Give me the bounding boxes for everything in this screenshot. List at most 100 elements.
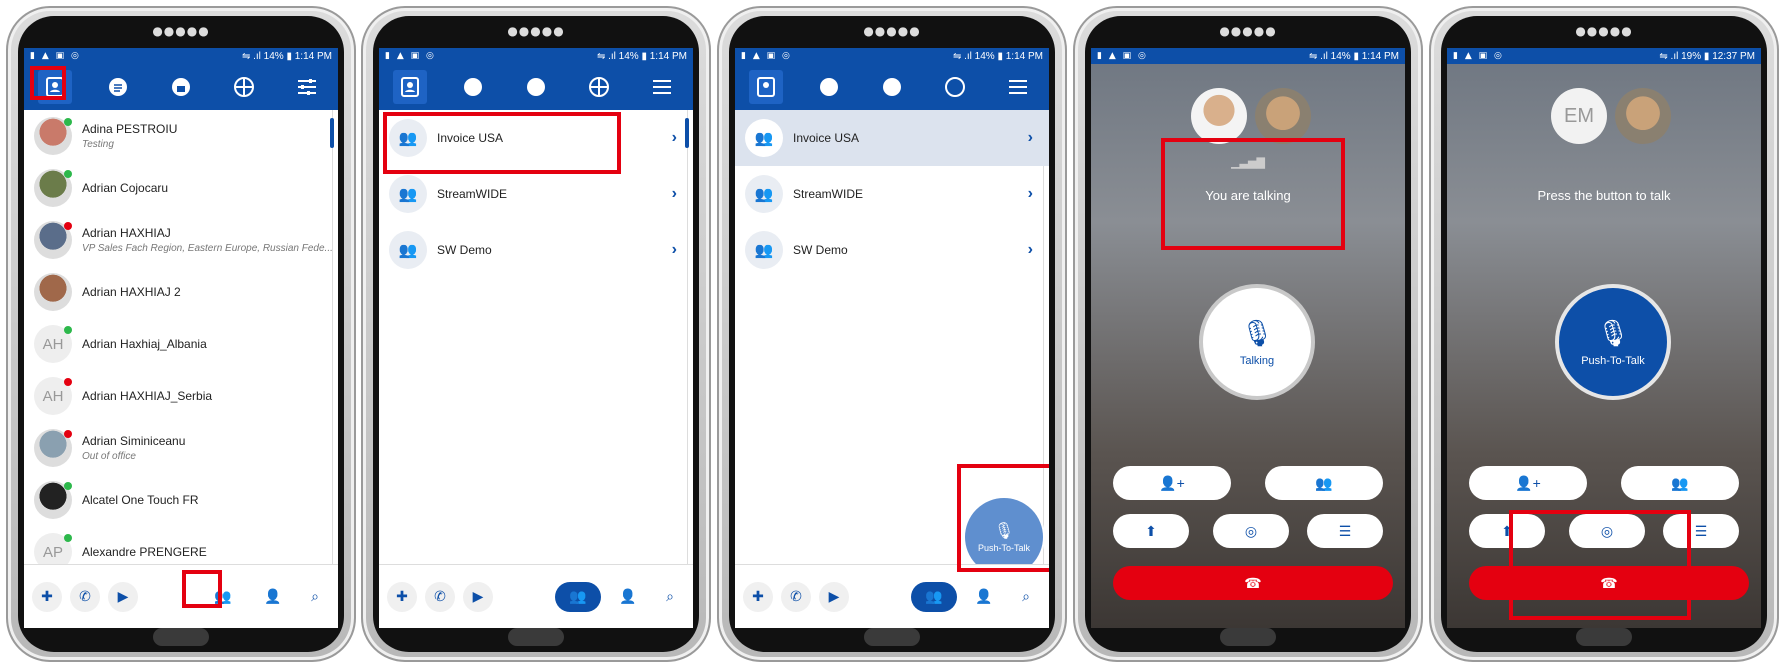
status-bar: ▮ ▲ ▣ ◎ ⇋ .ıl 14% ▮ 1:14 PM [379, 48, 693, 64]
location-button[interactable]: ◎ [1213, 514, 1289, 548]
presence-dot [64, 118, 72, 126]
list-item[interactable]: 👥 SW Demo › [379, 222, 693, 278]
call-screen: ▮ ▲ ▣ ◎ ⇋ .ıl 14% ▮ 1:14 PM ▁▃▅▇ You are … [1091, 48, 1405, 628]
tab-broadcast[interactable] [875, 70, 909, 104]
presence-dot [64, 482, 72, 490]
push-to-talk-button[interactable]: 🎙 Push-To-Talk [1555, 284, 1671, 400]
status-bar: ▮ ▲ ▣ ◎ ⇋ .ıl 14% ▮ 1:14 PM [24, 48, 338, 64]
call-button[interactable]: ✆ [781, 581, 811, 612]
tab-contacts[interactable] [393, 70, 428, 104]
contact-row[interactable]: AH Adrian Haxhiaj_Albania [24, 318, 338, 370]
home-button[interactable] [1576, 628, 1632, 646]
hang-up-button[interactable]: ☎ [1113, 566, 1393, 600]
tab-broadcast[interactable] [164, 70, 198, 104]
highlight-box [1161, 138, 1345, 250]
video-button[interactable]: ▶ [108, 581, 138, 612]
floor-request-button[interactable]: ⬆ [1113, 514, 1189, 548]
add-participant-button[interactable]: 👤+ [1113, 466, 1231, 500]
tab-broadcast[interactable] [519, 70, 553, 104]
contact-row[interactable]: Adina PESTROIU Testing [24, 110, 338, 162]
phone-5-push-to-talk: ●●●●● ▮ ▲ ▣ ◎ ⇋ .ıl 19% ▮ 12:37 PM EM Pre… [1429, 6, 1779, 662]
tab-settings[interactable] [645, 70, 679, 104]
search-icon[interactable]: ⌕ [655, 581, 685, 612]
presence-dot [64, 378, 72, 386]
contact-row[interactable]: AH Adrian HAXHIAJ_Serbia [24, 370, 338, 422]
search-icon[interactable]: ⌕ [300, 581, 330, 612]
contact-row[interactable]: Adrian Cojocaru [24, 162, 338, 214]
contact-name: Adrian Cojocaru [82, 181, 169, 195]
contact-row[interactable]: Alcatel One Touch FR [24, 474, 338, 526]
sliders-icon [652, 80, 671, 94]
phone-1-contacts: ●●●●● ▮ ▲ ▣ ◎ ⇋ .ıl 14% ▮ 1:14 PM Adina P… [6, 6, 356, 662]
contacts-icon [401, 77, 420, 97]
list-item-selected[interactable]: 👥 Invoice USA › [735, 110, 1049, 166]
screen: ▮ ▲ ▣ ◎ ⇋ .ıl 14% ▮ 1:14 PM 👥 Invoice USA ›… [379, 48, 693, 628]
tab-messages[interactable] [812, 70, 846, 104]
contact-name: Adrian HAXHIAJ_Serbia [82, 389, 213, 403]
microphone-icon: 🎙 [1596, 317, 1630, 348]
list-item[interactable]: 👥 SW Demo › [735, 222, 1049, 278]
contact-row[interactable]: Adrian Siminiceanu Out of office [24, 422, 338, 474]
contact-list: Adina PESTROIU Testing Adrian Cojocaru Adri… [24, 110, 338, 580]
tab-channels[interactable] [938, 70, 972, 104]
video-button[interactable]: ▶ [819, 581, 849, 612]
contact-row[interactable]: Adrian HAXHIAJ VP Sales Fach Region, East… [24, 214, 338, 266]
chevron-right-icon: › [1027, 129, 1033, 146]
top-tab-bar [735, 64, 1049, 110]
list-item[interactable]: 👥 StreamWIDE › [735, 166, 1049, 222]
add-participant-button[interactable]: 👤+ [1469, 466, 1587, 500]
home-button[interactable] [864, 628, 920, 646]
participants-button[interactable]: 👥 [1621, 466, 1739, 500]
presence-dot [64, 326, 72, 334]
home-button[interactable] [153, 628, 209, 646]
speaker-grille: ●●●●● [152, 24, 210, 38]
contacts-toggle[interactable]: 👤 [250, 582, 296, 612]
chat-button[interactable]: ☰ [1307, 514, 1383, 548]
video-button[interactable]: ▶ [463, 581, 493, 612]
chevron-right-icon: › [671, 129, 677, 146]
new-chat-button[interactable]: ✚ [743, 581, 773, 612]
groups-toggle[interactable]: 👥 [555, 581, 601, 612]
list-item[interactable]: 👥 StreamWIDE › [379, 166, 693, 222]
avatar: AH [34, 377, 72, 415]
contacts-toggle[interactable]: 👤 [605, 582, 651, 612]
presence-dot [64, 430, 72, 438]
talking-button[interactable]: 🎙 Talking [1199, 284, 1315, 400]
status-bar: ▮ ▲ ▣ ◎ ⇋ .ıl 19% ▮ 12:37 PM [1447, 48, 1761, 64]
contact-row[interactable]: Adrian HAXHIAJ 2 [24, 266, 338, 318]
avatar [1615, 88, 1671, 144]
participants-button[interactable]: 👥 [1265, 466, 1383, 500]
speaker-grille: ●●●●● [863, 24, 921, 38]
groups-toggle[interactable]: 👥 [911, 581, 957, 612]
home-button[interactable] [508, 628, 564, 646]
call-button[interactable]: ✆ [70, 581, 100, 612]
tab-settings[interactable] [290, 70, 324, 104]
highlight-box [30, 66, 66, 100]
tab-messages[interactable] [101, 70, 135, 104]
tab-messages[interactable] [456, 70, 490, 104]
group-icon: 👥 [389, 231, 427, 269]
search-icon[interactable]: ⌕ [1011, 581, 1041, 612]
presence-dot [64, 222, 72, 230]
chevron-right-icon: › [671, 185, 677, 202]
home-button[interactable] [1220, 628, 1276, 646]
tab-channels[interactable] [582, 70, 616, 104]
group-icon: 👥 [745, 119, 783, 157]
contacts-toggle[interactable]: 👤 [961, 582, 1007, 612]
new-chat-button[interactable]: ✚ [32, 581, 62, 612]
group-list: 👥 Invoice USA › 👥 StreamWIDE › 👥 SW Demo › [379, 110, 693, 580]
contact-name: Adrian HAXHIAJ [82, 226, 171, 240]
new-chat-button[interactable]: ✚ [387, 581, 417, 612]
avatar [34, 117, 72, 155]
avatar [34, 273, 72, 311]
tab-contacts[interactable] [749, 70, 784, 104]
phone-2-groups: ●●●●● ▮ ▲ ▣ ◎ ⇋ .ıl 14% ▮ 1:14 PM 👥 Invoic… [361, 6, 711, 662]
speaker-grille: ●●●●● [1575, 24, 1633, 38]
status-bar: ▮ ▲ ▣ ◎ ⇋ .ıl 14% ▮ 1:14 PM [1091, 48, 1405, 64]
contact-name: Alexandre PRENGERE [82, 545, 207, 559]
tab-settings[interactable] [1001, 70, 1035, 104]
contact-name: Alcatel One Touch FR [82, 493, 199, 507]
call-button[interactable]: ✆ [425, 581, 455, 612]
tab-channels[interactable] [227, 70, 261, 104]
contacts-icon [757, 77, 776, 97]
